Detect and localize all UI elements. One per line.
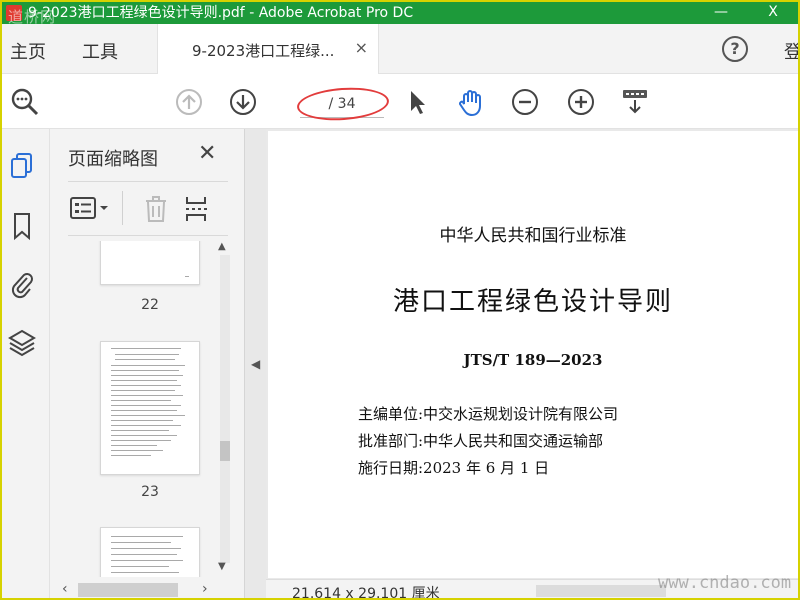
doc-code: JTS/T 189—2023: [463, 351, 603, 369]
doc-effective-date: 施行日期:2023 年 6 月 1 日: [358, 459, 550, 477]
doc-title: 港口工程绿色设计导则: [392, 287, 673, 317]
panel-close-button[interactable]: ✕: [198, 141, 216, 166]
window-title: 9-2023港口工程绿色设计导则.pdf - Adobe Acrobat Pro…: [28, 5, 414, 21]
panel-splitter[interactable]: ◀: [244, 129, 266, 598]
scroll-down-icon[interactable]: ▼: [218, 561, 226, 572]
panel-title: 页面缩略图: [68, 149, 158, 170]
next-page-icon[interactable]: [228, 87, 258, 117]
pages-icon[interactable]: [8, 151, 36, 181]
tab-bar: 主页 工具 9-2023港口工程绿... × ? 登: [2, 24, 798, 74]
thumb-mark: [185, 276, 189, 277]
thumbnail-list: 22 23: [68, 241, 218, 577]
panel-divider-2: [68, 235, 228, 236]
zoom-out-icon[interactable]: [510, 87, 540, 117]
sign-in-link[interactable]: 登: [784, 38, 798, 64]
document-viewer[interactable]: 中华人民共和国行业标准 港口工程绿色设计导则 JTS/T 189—2023 主编…: [266, 129, 798, 598]
panel-divider: [68, 181, 228, 182]
thumbnail-scrollbar[interactable]: ▲ ▼: [216, 241, 232, 577]
title-bar: 道桥网 9-2023港口工程绿色设计导则.pdf - Adobe Acrobat…: [2, 2, 798, 26]
thumbnail-page-23[interactable]: [100, 341, 200, 475]
tab-close-button[interactable]: ×: [355, 38, 368, 57]
help-icon[interactable]: ?: [722, 36, 748, 62]
doc-editor-unit: 主编单位:中交水运规划设计院有限公司: [358, 405, 619, 423]
scroll-mode-icon[interactable]: [620, 87, 650, 117]
doc-header: 中华人民共和国行业标准: [439, 226, 627, 246]
thumbnail-options-icon[interactable]: [70, 195, 114, 221]
scroll-up-icon[interactable]: ▲: [218, 241, 226, 252]
close-window-button[interactable]: X: [758, 2, 788, 24]
hand-icon[interactable]: [456, 87, 486, 117]
page-dimensions: 21.614 x 29.101 厘米: [292, 586, 440, 600]
watermark-bottom: www.cndao.com: [658, 573, 792, 593]
thumbnail-page-number: 22: [141, 297, 159, 313]
delete-icon[interactable]: [144, 195, 168, 223]
toolbar-separator: [122, 191, 123, 225]
bookmark-icon[interactable]: [8, 211, 36, 241]
tab-document-label: 9-2023港口工程绿...: [192, 42, 335, 60]
doc-approval-dept: 批准部门:中华人民共和国交通运输部: [358, 432, 604, 450]
zoom-in-icon[interactable]: [566, 87, 596, 117]
tab-document[interactable]: 9-2023港口工程绿... ×: [157, 24, 379, 74]
tab-tools[interactable]: 工具: [82, 38, 118, 64]
scroll-track[interactable]: [220, 255, 230, 563]
minimize-button[interactable]: —: [706, 2, 736, 24]
tab-home[interactable]: 主页: [10, 38, 46, 64]
app-window: 道桥网 9-2023港口工程绿色设计导则.pdf - Adobe Acrobat…: [0, 0, 800, 600]
document-page: 中华人民共和国行业标准 港口工程绿色设计导则 JTS/T 189—2023 主编…: [268, 131, 798, 578]
scroll-left-icon[interactable]: ‹: [62, 581, 68, 597]
thumbnail-page-22[interactable]: [100, 241, 200, 285]
toolbar: / 34: [2, 75, 798, 129]
scroll-thumb[interactable]: [220, 441, 230, 461]
thumbnail-hscrollbar[interactable]: ‹ ›: [50, 579, 244, 598]
zoom-search-icon[interactable]: [10, 87, 40, 117]
scroll-right-icon[interactable]: ›: [202, 581, 208, 597]
thumbnail-page-number: 23: [141, 484, 159, 500]
split-pages-icon[interactable]: [184, 195, 210, 223]
thumbnail-page-24[interactable]: [100, 527, 200, 577]
hscroll-thumb[interactable]: [78, 583, 178, 597]
page-thumbnails-panel: 页面缩略图 ✕ 22 23 ▲ ▼: [50, 129, 244, 579]
collapse-panel-icon[interactable]: ◀: [251, 357, 260, 371]
doc-hscroll-thumb[interactable]: [536, 585, 666, 597]
left-rail: [2, 129, 50, 598]
attachment-icon[interactable]: [8, 269, 36, 299]
select-arrow-icon[interactable]: [402, 87, 432, 117]
layers-icon[interactable]: [8, 327, 36, 357]
prev-page-icon[interactable]: [174, 87, 204, 117]
